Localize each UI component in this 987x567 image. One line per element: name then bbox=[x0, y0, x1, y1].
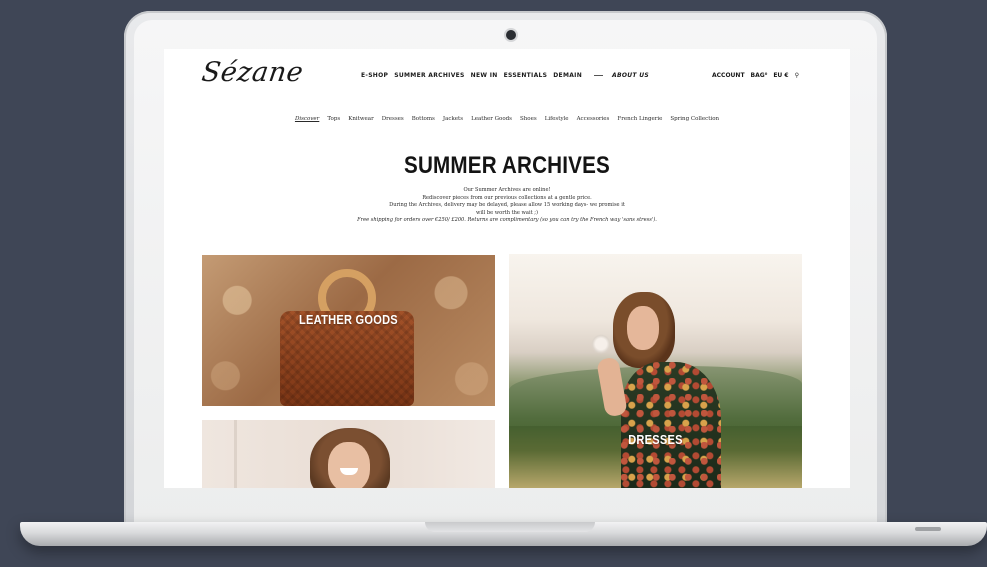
leather-goods-tile[interactable]: LEATHER GOODS bbox=[202, 255, 495, 406]
page-title: SUMMER ARCHIVES bbox=[404, 152, 610, 179]
bag-link[interactable]: BAG⁰ bbox=[751, 72, 768, 79]
dresses-label: DRESSES bbox=[628, 432, 683, 447]
category-discover[interactable]: Discover bbox=[295, 116, 319, 122]
model-arm bbox=[596, 356, 628, 418]
category-shoes[interactable]: Shoes bbox=[520, 116, 537, 122]
intro-line: will be worth the wait ;) bbox=[476, 209, 538, 216]
category-bottoms[interactable]: Bottoms bbox=[412, 116, 435, 122]
category-jackets[interactable]: Jackets bbox=[443, 116, 463, 122]
nav-item-summer-archives[interactable]: SUMMER ARCHIVES bbox=[394, 72, 464, 79]
brand-logo[interactable]: Sézane bbox=[200, 57, 306, 88]
category-nav: Discover Tops Knitwear Dresses Bottoms J… bbox=[164, 116, 850, 122]
intro-line: During the Archives, delivery may be del… bbox=[389, 202, 625, 209]
category-tops[interactable]: Tops bbox=[327, 116, 340, 122]
floral-dress-image bbox=[621, 362, 721, 488]
nav-item-about-us[interactable]: ABOUT US bbox=[612, 72, 649, 79]
category-leather-goods[interactable]: Leather Goods bbox=[471, 116, 512, 122]
portrait-tile[interactable] bbox=[202, 420, 495, 488]
camera-icon bbox=[506, 30, 516, 40]
website-screen: Sézane E-SHOP SUMMER ARCHIVES NEW IN ESS… bbox=[164, 49, 850, 488]
wall-detail bbox=[234, 420, 237, 488]
category-dresses[interactable]: Dresses bbox=[382, 116, 404, 122]
nav-item-demain[interactable]: DEMAIN bbox=[553, 72, 582, 79]
portrait-face bbox=[328, 442, 370, 488]
search-icon[interactable]: ⚲ bbox=[795, 72, 799, 79]
account-nav: ACCOUNT BAG⁰ EU € ⚲ bbox=[712, 72, 799, 79]
laptop-foot bbox=[915, 527, 941, 531]
main-nav: E-SHOP SUMMER ARCHIVES NEW IN ESSENTIALS… bbox=[361, 72, 649, 79]
nav-item-new-in[interactable]: NEW IN bbox=[471, 72, 498, 79]
leather-goods-label: LEATHER GOODS bbox=[299, 312, 398, 327]
category-french-lingerie[interactable]: French Lingerie bbox=[617, 116, 662, 122]
currency-selector[interactable]: EU € bbox=[773, 72, 788, 79]
category-accessories[interactable]: Accessories bbox=[577, 116, 610, 122]
category-lifestyle[interactable]: Lifestyle bbox=[545, 116, 569, 122]
intro-text: Our Summer Archives are online! Rediscov… bbox=[357, 187, 657, 225]
category-knitwear[interactable]: Knitwear bbox=[348, 116, 374, 122]
flower-image bbox=[591, 334, 611, 354]
account-link[interactable]: ACCOUNT bbox=[712, 72, 745, 79]
dresses-tile[interactable]: DRESSES bbox=[509, 254, 802, 488]
nav-divider bbox=[594, 75, 604, 76]
shipping-note: Free shipping for orders over €250/ £200… bbox=[357, 217, 657, 224]
nav-item-eshop[interactable]: E-SHOP bbox=[361, 72, 388, 79]
intro-line: Rediscover pieces from our previous coll… bbox=[422, 194, 592, 201]
model-image bbox=[591, 284, 721, 488]
laptop-notch bbox=[425, 522, 595, 532]
intro-line: Our Summer Archives are online! bbox=[463, 187, 551, 193]
nav-item-essentials[interactable]: ESSENTIALS bbox=[504, 72, 548, 79]
category-spring-collection[interactable]: Spring Collection bbox=[670, 116, 719, 122]
model-face bbox=[627, 306, 659, 350]
